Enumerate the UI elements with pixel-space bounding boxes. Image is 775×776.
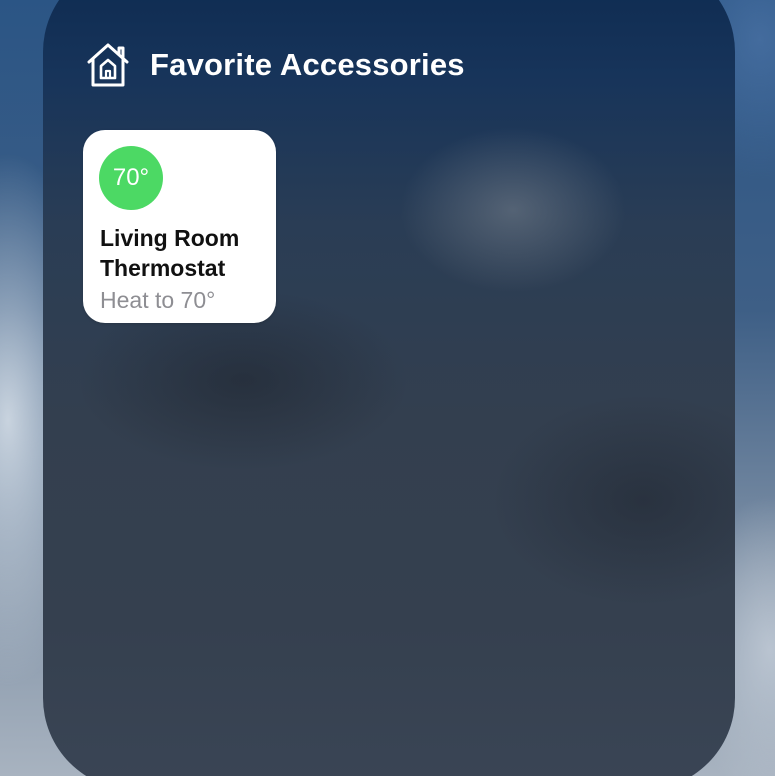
home-icon [83, 40, 133, 90]
accessory-name: Living Room Thermostat [100, 223, 270, 283]
accessory-tile-living-room-thermostat[interactable]: 70° Living Room Thermostat Heat to 70° [83, 130, 276, 323]
widget-title: Favorite Accessories [150, 47, 465, 82]
accessory-name-line2: Thermostat [100, 255, 226, 281]
accessory-name-line1: Living Room [100, 225, 240, 251]
temperature-value: 70° [112, 164, 150, 191]
widget-header: Favorite Accessories [83, 40, 465, 90]
thermostat-icon: 70° [99, 146, 163, 210]
favorite-accessories-widget: Favorite Accessories 70° Living Room The… [43, 0, 735, 776]
accessory-status: Heat to 70° [100, 287, 216, 313]
